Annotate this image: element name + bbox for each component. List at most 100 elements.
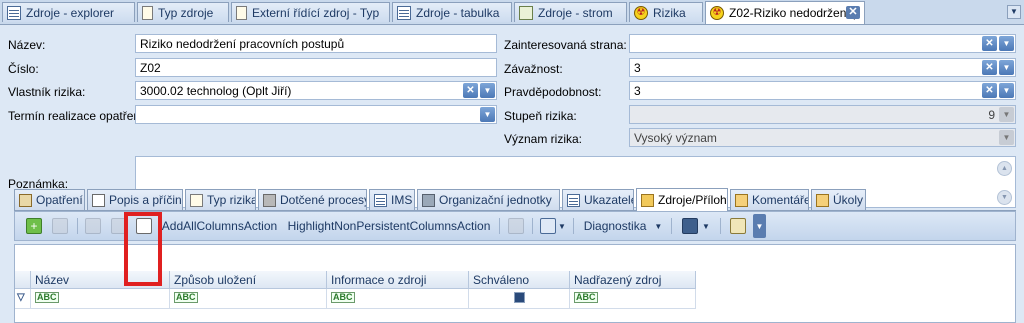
pravdepodobnost-field[interactable]: 3 ✕ ▼ — [629, 81, 1016, 100]
tree-icon — [519, 5, 533, 20]
chevron-down-icon[interactable]: ▼ — [999, 83, 1014, 98]
process-icon — [263, 193, 276, 207]
doc-tab-label: Z02-Riziko nedodržení p — [729, 6, 860, 20]
filter-cell-nadrazeny-zdroj[interactable]: ABC — [570, 289, 696, 309]
tab-komentare[interactable]: Komentáře — [730, 189, 809, 210]
chevron-down-icon: ▼ — [999, 130, 1014, 145]
tab-zdroje-prilohy[interactable]: Zdroje/Přílohy — [636, 188, 728, 211]
toolbar-separator — [77, 218, 78, 234]
tab-organizacni-jednotky[interactable]: Organizační jednotky — [417, 189, 560, 210]
scroll-up-icon[interactable]: ▲ — [997, 161, 1012, 176]
text-filter-icon: ABC — [331, 292, 355, 303]
tab-ukazatele[interactable]: Ukazatele — [562, 189, 634, 210]
column-header-informace-o-zdroji[interactable]: Informace o zdroji — [327, 271, 469, 289]
zavaznost-field[interactable]: 3 ✕ ▼ — [629, 58, 1016, 77]
doc-tab-zdroje-strom[interactable]: Zdroje - strom — [514, 2, 627, 22]
nazev-field[interactable]: Riziko nedodržení pracovních postupů — [135, 34, 497, 53]
tab-opatreni[interactable]: Opatření — [14, 189, 85, 210]
document-icon — [236, 5, 247, 20]
tab-label: Komentáře — [752, 193, 809, 207]
organization-icon — [422, 193, 435, 207]
chevron-down-icon[interactable]: ▼ — [480, 83, 495, 98]
link-icon — [83, 216, 103, 236]
zavaznost-value: 3 — [634, 61, 641, 75]
stupen-value: 9 — [988, 108, 995, 122]
vlastnik-value: 3000.02 technolog (Oplt Jiří) — [140, 84, 292, 98]
column-header-nadrazeny-zdroj[interactable]: Nadřazený zdroj — [570, 271, 696, 289]
close-tab-icon[interactable]: ✕ — [846, 6, 860, 19]
view-dropdown-icon[interactable]: ▼ — [538, 216, 568, 236]
clear-icon[interactable]: ✕ — [982, 60, 997, 75]
tab-label: Úkoly — [833, 193, 864, 207]
termin-label: Termín realizace opatření: — [8, 109, 147, 123]
filter-cell-nazev[interactable]: ABC — [31, 289, 170, 309]
stupen-field: 9 ▼ — [629, 105, 1016, 124]
vlastnik-field[interactable]: 3000.02 technolog (Oplt Jiří) ✕ ▼ — [135, 81, 497, 100]
diagnostika-dropdown[interactable]: Diagnostika ▼ — [581, 216, 665, 236]
zainteresovana-field[interactable]: ✕ ▼ — [629, 34, 1016, 53]
doc-tab-z02-riziko[interactable]: ☢ Z02-Riziko nedodržení p ✕ — [705, 1, 865, 24]
chevron-down-icon[interactable]: ▼ — [999, 36, 1014, 51]
doc-tab-label: Zdroje - explorer — [26, 5, 115, 20]
tab-ukoly[interactable]: Úkoly — [811, 189, 866, 210]
grid-toolbar: + AddAllColumnsAction HighlightNonPersis… — [14, 211, 1016, 241]
table-icon — [7, 5, 21, 20]
document-icon — [142, 5, 153, 20]
chevron-down-icon[interactable]: ▼ — [999, 60, 1014, 75]
settings-icon[interactable] — [727, 216, 749, 236]
chevron-down-icon[interactable]: ▼ — [480, 107, 495, 122]
doc-tab-externi-ridici-zdroj[interactable]: Externí řídící zdroj - Typ — [231, 2, 390, 22]
tab-list-dropdown-icon[interactable]: ▼ — [1007, 5, 1021, 19]
doc-tab-label: Zdroje - tabulka — [416, 5, 500, 20]
tab-typ-rizika[interactable]: Typ rizika — [185, 189, 256, 210]
doc-tab-label: Zdroje - strom — [538, 5, 613, 20]
tab-label: Organizační jednotky — [439, 193, 552, 207]
grid-corner — [15, 271, 31, 289]
text-filter-icon: ABC — [35, 292, 59, 303]
pravdepodobnost-value: 3 — [634, 84, 641, 98]
add-row-icon[interactable]: + — [24, 216, 44, 236]
zavaznost-label: Závažnost: — [504, 62, 563, 76]
filter-icon[interactable]: ▽ — [15, 289, 31, 309]
tab-popis-a-pricina[interactable]: Popis a příčina — [87, 189, 183, 210]
column-header-zpusob-ulozeni[interactable]: Způsob uložení — [170, 271, 327, 289]
filter-cell-zpusob-ulozeni[interactable]: ABC — [170, 289, 327, 309]
folder-icon — [641, 193, 654, 207]
highlight-box — [124, 212, 162, 286]
highlight-non-persistent-button[interactable]: HighlightNonPersistentColumnsAction — [285, 216, 493, 236]
tab-label: Dotčené procesy — [280, 193, 367, 207]
tab-label: Opatření — [36, 193, 83, 207]
termin-field[interactable]: ▼ — [135, 105, 497, 124]
doc-tab-typ-zdroje[interactable]: Typ zdroje — [137, 2, 229, 22]
doc-tab-zdroje-tabulka[interactable]: Zdroje - tabulka — [392, 2, 512, 22]
tab-label: Popis a příčina — [109, 193, 183, 207]
tab-dotcene-procesy[interactable]: Dotčené procesy — [258, 189, 367, 210]
edit-document-icon — [92, 193, 105, 207]
clear-icon[interactable]: ✕ — [982, 83, 997, 98]
clear-icon[interactable]: ✕ — [982, 36, 997, 51]
doc-tab-label: Typ zdroje — [158, 5, 214, 20]
column-header-schvaleno[interactable]: Schváleno — [469, 271, 570, 289]
vyznam-value: Vysoký význam — [634, 131, 717, 145]
cislo-field[interactable]: Z02 — [135, 58, 497, 77]
tab-label: Ukazatele — [584, 193, 634, 207]
filter-cell-informace-o-zdroji[interactable]: ABC — [327, 289, 469, 309]
save-dropdown-icon[interactable]: ▼ — [678, 216, 714, 236]
task-icon — [816, 193, 829, 207]
doc-tab-rizika[interactable]: ☢ Rizika — [629, 2, 703, 22]
toolbar-separator — [499, 218, 500, 234]
toolbar-separator — [720, 218, 721, 234]
stupen-label: Stupeň rizika: — [504, 109, 577, 123]
pravdepodobnost-label: Pravděpodobnost: — [504, 85, 602, 99]
clear-icon[interactable]: ✕ — [463, 83, 478, 98]
checkbox-indeterminate-icon[interactable] — [513, 292, 525, 303]
table-icon — [397, 5, 411, 20]
table-icon — [567, 193, 580, 207]
tab-ims[interactable]: IMS — [369, 189, 415, 210]
toolbar-overflow-icon[interactable]: ▼ — [753, 214, 766, 238]
filter-cell-schvaleno[interactable] — [469, 289, 570, 309]
add-all-columns-button[interactable]: AddAllColumnsAction — [161, 216, 278, 236]
doc-tab-label: Externí řídící zdroj - Typ — [252, 5, 380, 20]
doc-tab-label: Rizika — [653, 5, 686, 20]
doc-tab-zdroje-explorer[interactable]: Zdroje - explorer — [2, 2, 135, 22]
